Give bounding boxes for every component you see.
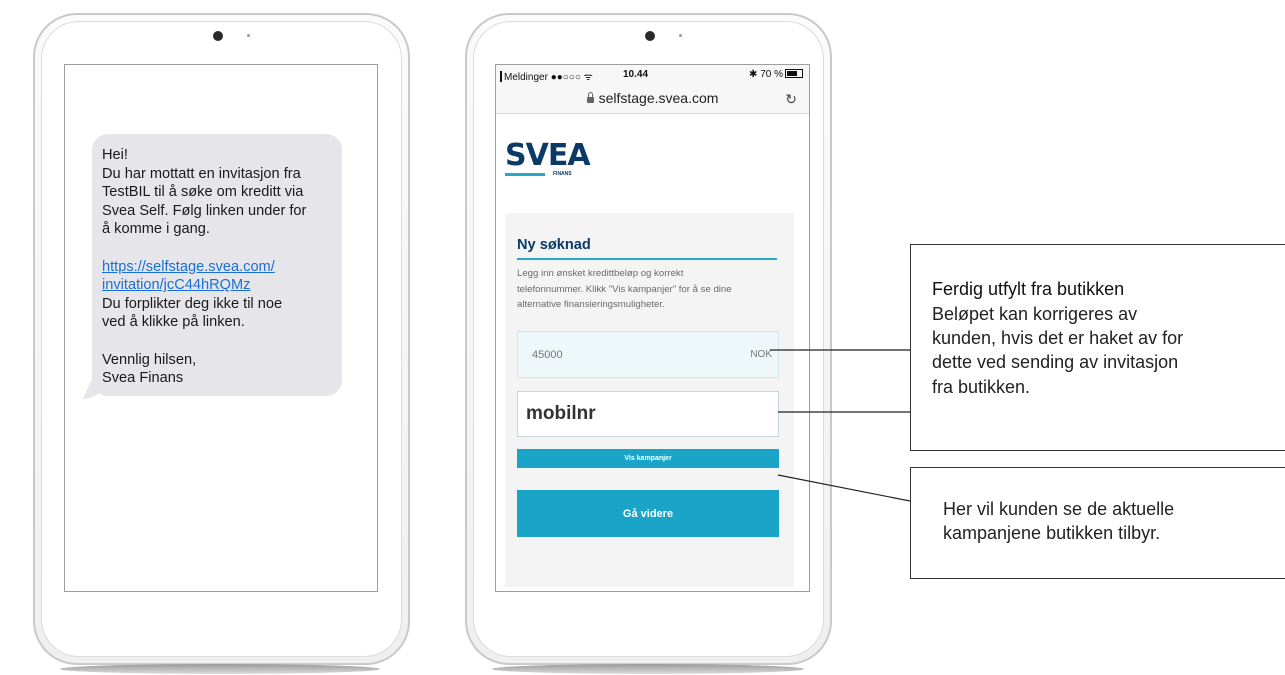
connector-campaign (777, 474, 911, 502)
connector-lines (770, 349, 911, 502)
